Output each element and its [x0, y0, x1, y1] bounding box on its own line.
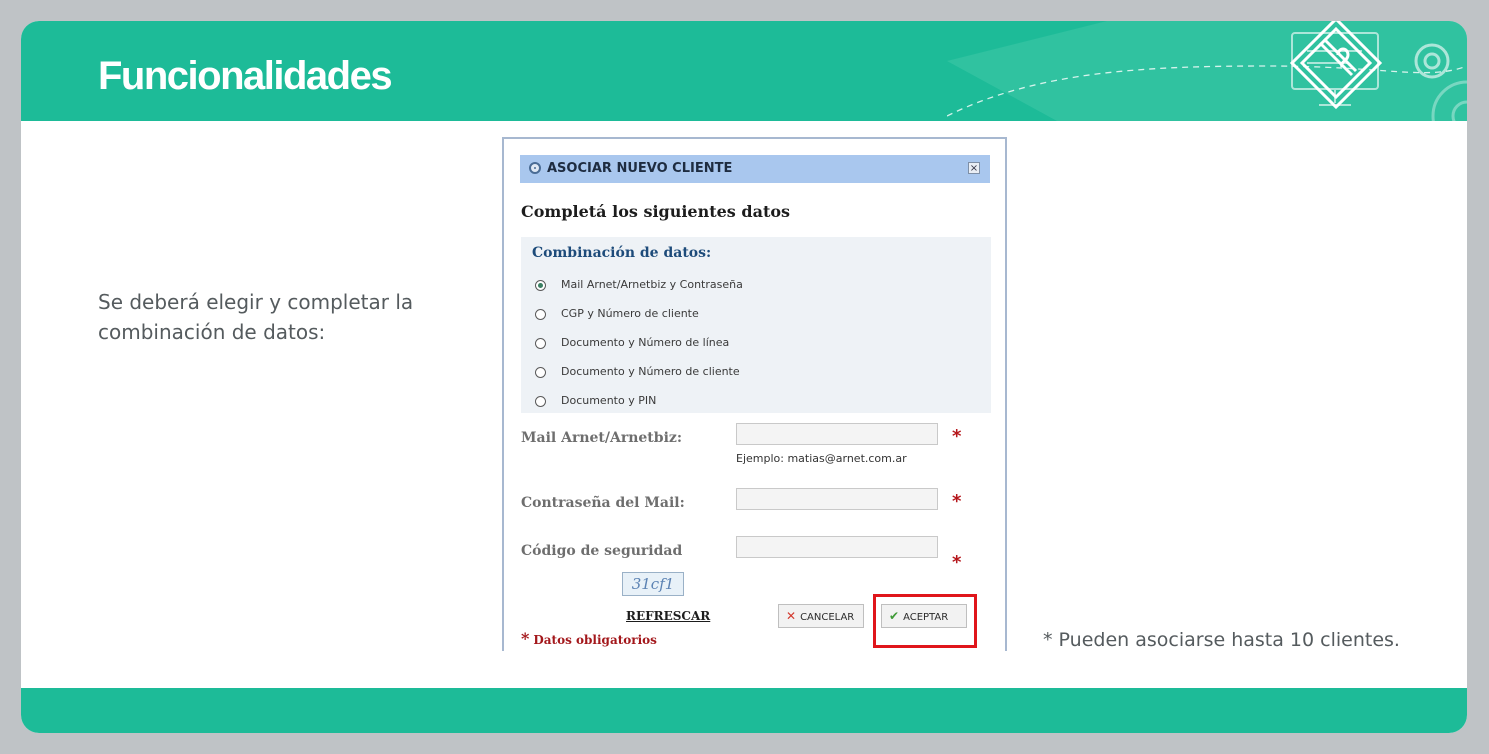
radio-label: Mail Arnet/Arnetbiz y Contraseña — [561, 278, 743, 291]
associate-client-dialog: ASOCIAR NUEVO CLIENTE × Completá los sig… — [502, 137, 1007, 651]
footer-banner — [21, 688, 1467, 733]
cancel-label: CANCELAR — [800, 612, 855, 623]
radio-button[interactable] — [535, 367, 546, 378]
required-asterisk: * — [952, 552, 962, 573]
mail-label: Mail Arnet/Arnetbiz: — [521, 430, 682, 446]
radio-button[interactable] — [535, 309, 546, 320]
combination-group: Combinación de datos: Mail Arnet/Arnetbi… — [521, 237, 991, 413]
security-code-input[interactable] — [736, 536, 938, 558]
required-asterisk: * — [952, 426, 962, 447]
password-input[interactable] — [736, 488, 938, 510]
radio-label: Documento y Número de línea — [561, 336, 730, 349]
x-icon: ✕ — [786, 609, 797, 623]
required-note-text: Datos obligatorios — [533, 633, 657, 647]
radio-button[interactable] — [535, 396, 546, 407]
required-asterisk: * — [952, 491, 962, 512]
puzzle-pencil-icon — [1289, 21, 1383, 110]
radio-button[interactable] — [535, 338, 546, 349]
decoration-icons — [947, 21, 1467, 121]
dialog-titlebar: ASOCIAR NUEVO CLIENTE × — [520, 155, 990, 183]
instruction-text: Se deberá elegir y completar la combinac… — [98, 290, 414, 344]
close-icon[interactable]: × — [968, 162, 980, 174]
radio-label: Documento y PIN — [561, 394, 657, 407]
refresh-link[interactable]: REFRESCAR — [626, 609, 710, 623]
header-banner: Funcionalidades — [21, 21, 1467, 121]
required-note: * Datos obligatorios — [521, 629, 657, 648]
combination-heading: Combinación de datos: — [532, 245, 712, 261]
captcha-image: 31cf1 — [622, 572, 684, 596]
dialog-subtitle: Completá los siguientes datos — [521, 202, 791, 221]
radio-button[interactable] — [535, 280, 546, 291]
radio-label: Documento y Número de cliente — [561, 365, 740, 378]
security-code-label: Código de seguridad — [521, 543, 683, 559]
radio-label: CGP y Número de cliente — [561, 307, 699, 320]
cancel-button[interactable]: ✕ CANCELAR — [778, 604, 864, 628]
footnote: * Pueden asociarse hasta 10 clientes. — [1043, 629, 1400, 651]
password-label: Contraseña del Mail: — [521, 495, 685, 511]
page-title: Funcionalidades — [98, 54, 393, 98]
slide: Funcionalidades Se deberá elegir y compl… — [21, 21, 1467, 733]
mail-hint: Ejemplo: matias@arnet.com.ar — [736, 452, 907, 465]
dialog-icon — [529, 162, 541, 174]
mail-input[interactable] — [736, 423, 938, 445]
highlight-box — [873, 594, 977, 648]
dialog-title: ASOCIAR NUEVO CLIENTE — [547, 161, 733, 176]
required-asterisk: * — [521, 629, 530, 648]
